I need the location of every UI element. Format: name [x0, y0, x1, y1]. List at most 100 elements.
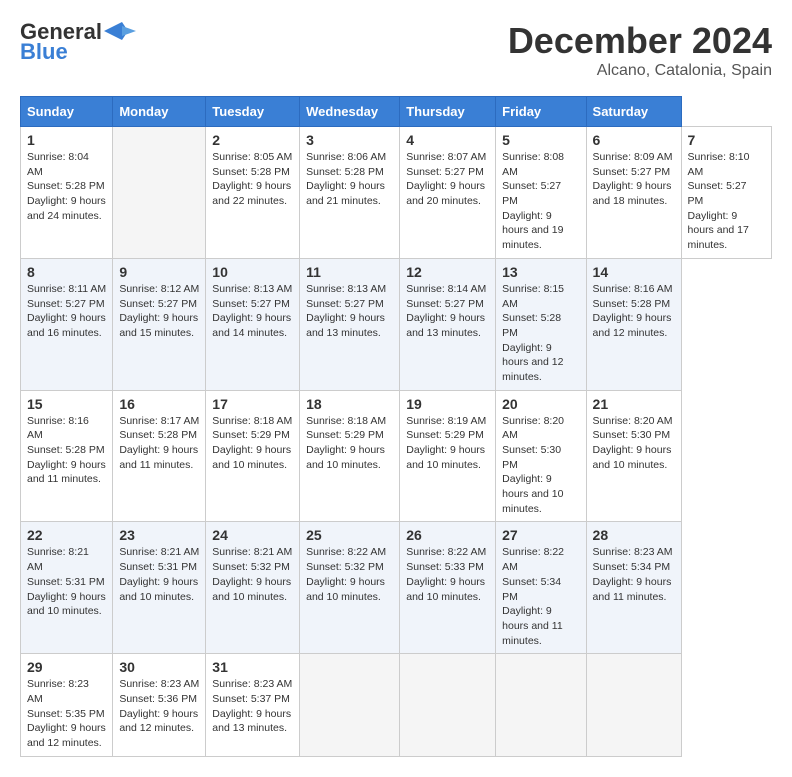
calendar-table: Sunday Monday Tuesday Wednesday Thursday…	[20, 96, 772, 757]
day-number: 11	[306, 264, 393, 280]
day-info: Sunrise: 8:05 AMSunset: 5:28 PMDaylight:…	[212, 150, 293, 209]
day-number: 19	[406, 396, 489, 412]
day-number: 15	[27, 396, 106, 412]
day-cell: 14 Sunrise: 8:16 AMSunset: 5:28 PMDaylig…	[586, 258, 681, 390]
day-number: 6	[593, 132, 675, 148]
day-cell: 7 Sunrise: 8:10 AMSunset: 5:27 PMDayligh…	[681, 127, 771, 259]
day-cell: 17 Sunrise: 8:18 AMSunset: 5:29 PMDaylig…	[206, 390, 300, 522]
day-cell: 31 Sunrise: 8:23 AMSunset: 5:37 PMDaylig…	[206, 654, 300, 756]
day-number: 12	[406, 264, 489, 280]
day-cell: 2 Sunrise: 8:05 AMSunset: 5:28 PMDayligh…	[206, 127, 300, 259]
day-info: Sunrise: 8:20 AMSunset: 5:30 PMDaylight:…	[593, 414, 675, 473]
day-number: 7	[688, 132, 765, 148]
day-info: Sunrise: 8:14 AMSunset: 5:27 PMDaylight:…	[406, 282, 489, 341]
header-tuesday: Tuesday	[206, 97, 300, 127]
day-cell: 27 Sunrise: 8:22 AMSunset: 5:34 PMDaylig…	[496, 522, 586, 654]
day-number: 17	[212, 396, 293, 412]
day-info: Sunrise: 8:22 AMSunset: 5:32 PMDaylight:…	[306, 545, 393, 604]
day-number: 8	[27, 264, 106, 280]
title-block: December 2024 Alcano, Catalonia, Spain	[508, 20, 772, 80]
header-wednesday: Wednesday	[300, 97, 400, 127]
day-info: Sunrise: 8:16 AMSunset: 5:28 PMDaylight:…	[27, 414, 106, 487]
day-cell: 20 Sunrise: 8:20 AMSunset: 5:30 PMDaylig…	[496, 390, 586, 522]
calendar-week-2: 8 Sunrise: 8:11 AMSunset: 5:27 PMDayligh…	[21, 258, 772, 390]
empty-cell	[300, 654, 400, 756]
day-info: Sunrise: 8:08 AMSunset: 5:27 PMDaylight:…	[502, 150, 579, 253]
day-number: 28	[593, 527, 675, 543]
day-cell: 11 Sunrise: 8:13 AMSunset: 5:27 PMDaylig…	[300, 258, 400, 390]
day-info: Sunrise: 8:16 AMSunset: 5:28 PMDaylight:…	[593, 282, 675, 341]
day-cell: 3 Sunrise: 8:06 AMSunset: 5:28 PMDayligh…	[300, 127, 400, 259]
day-number: 25	[306, 527, 393, 543]
day-info: Sunrise: 8:23 AMSunset: 5:37 PMDaylight:…	[212, 677, 293, 736]
day-cell: 4 Sunrise: 8:07 AMSunset: 5:27 PMDayligh…	[400, 127, 496, 259]
calendar-week-3: 15 Sunrise: 8:16 AMSunset: 5:28 PMDaylig…	[21, 390, 772, 522]
day-cell: 5 Sunrise: 8:08 AMSunset: 5:27 PMDayligh…	[496, 127, 586, 259]
day-cell: 18 Sunrise: 8:18 AMSunset: 5:29 PMDaylig…	[300, 390, 400, 522]
day-number: 30	[119, 659, 199, 675]
empty-cell	[586, 654, 681, 756]
day-cell: 9 Sunrise: 8:12 AMSunset: 5:27 PMDayligh…	[113, 258, 206, 390]
day-info: Sunrise: 8:11 AMSunset: 5:27 PMDaylight:…	[27, 282, 106, 341]
day-number: 18	[306, 396, 393, 412]
day-info: Sunrise: 8:21 AMSunset: 5:32 PMDaylight:…	[212, 545, 293, 604]
day-cell: 26 Sunrise: 8:22 AMSunset: 5:33 PMDaylig…	[400, 522, 496, 654]
day-info: Sunrise: 8:13 AMSunset: 5:27 PMDaylight:…	[212, 282, 293, 341]
day-number: 10	[212, 264, 293, 280]
day-number: 21	[593, 396, 675, 412]
day-number: 13	[502, 264, 579, 280]
day-number: 23	[119, 527, 199, 543]
day-number: 31	[212, 659, 293, 675]
day-cell: 25 Sunrise: 8:22 AMSunset: 5:32 PMDaylig…	[300, 522, 400, 654]
header-friday: Friday	[496, 97, 586, 127]
day-info: Sunrise: 8:23 AMSunset: 5:36 PMDaylight:…	[119, 677, 199, 736]
day-cell: 16 Sunrise: 8:17 AMSunset: 5:28 PMDaylig…	[113, 390, 206, 522]
day-number: 5	[502, 132, 579, 148]
day-info: Sunrise: 8:20 AMSunset: 5:30 PMDaylight:…	[502, 414, 579, 517]
day-info: Sunrise: 8:23 AMSunset: 5:35 PMDaylight:…	[27, 677, 106, 750]
day-cell: 24 Sunrise: 8:21 AMSunset: 5:32 PMDaylig…	[206, 522, 300, 654]
calendar-week-4: 22 Sunrise: 8:21 AMSunset: 5:31 PMDaylig…	[21, 522, 772, 654]
month-title: December 2024	[508, 20, 772, 62]
day-info: Sunrise: 8:23 AMSunset: 5:34 PMDaylight:…	[593, 545, 675, 604]
empty-cell	[113, 127, 206, 259]
calendar-week-5: 29 Sunrise: 8:23 AMSunset: 5:35 PMDaylig…	[21, 654, 772, 756]
logo-blue-text: Blue	[20, 40, 68, 64]
logo-plane-icon	[104, 22, 136, 40]
day-number: 24	[212, 527, 293, 543]
day-number: 20	[502, 396, 579, 412]
day-cell: 30 Sunrise: 8:23 AMSunset: 5:36 PMDaylig…	[113, 654, 206, 756]
day-number: 27	[502, 527, 579, 543]
day-cell: 29 Sunrise: 8:23 AMSunset: 5:35 PMDaylig…	[21, 654, 113, 756]
day-cell: 23 Sunrise: 8:21 AMSunset: 5:31 PMDaylig…	[113, 522, 206, 654]
empty-cell	[496, 654, 586, 756]
header-saturday: Saturday	[586, 97, 681, 127]
day-cell: 19 Sunrise: 8:19 AMSunset: 5:29 PMDaylig…	[400, 390, 496, 522]
day-number: 26	[406, 527, 489, 543]
header-thursday: Thursday	[400, 97, 496, 127]
page-header: General Blue December 2024 Alcano, Catal…	[20, 20, 772, 80]
day-info: Sunrise: 8:06 AMSunset: 5:28 PMDaylight:…	[306, 150, 393, 209]
day-cell: 1 Sunrise: 8:04 AMSunset: 5:28 PMDayligh…	[21, 127, 113, 259]
day-cell: 21 Sunrise: 8:20 AMSunset: 5:30 PMDaylig…	[586, 390, 681, 522]
day-info: Sunrise: 8:07 AMSunset: 5:27 PMDaylight:…	[406, 150, 489, 209]
day-cell: 22 Sunrise: 8:21 AMSunset: 5:31 PMDaylig…	[21, 522, 113, 654]
day-info: Sunrise: 8:04 AMSunset: 5:28 PMDaylight:…	[27, 150, 106, 223]
day-number: 4	[406, 132, 489, 148]
day-cell: 6 Sunrise: 8:09 AMSunset: 5:27 PMDayligh…	[586, 127, 681, 259]
day-cell: 10 Sunrise: 8:13 AMSunset: 5:27 PMDaylig…	[206, 258, 300, 390]
calendar-header-row: Sunday Monday Tuesday Wednesday Thursday…	[21, 97, 772, 127]
day-number: 29	[27, 659, 106, 675]
header-monday: Monday	[113, 97, 206, 127]
day-number: 14	[593, 264, 675, 280]
day-info: Sunrise: 8:22 AMSunset: 5:33 PMDaylight:…	[406, 545, 489, 604]
day-info: Sunrise: 8:18 AMSunset: 5:29 PMDaylight:…	[212, 414, 293, 473]
logo: General Blue	[20, 20, 136, 64]
location: Alcano, Catalonia, Spain	[508, 62, 772, 80]
day-info: Sunrise: 8:09 AMSunset: 5:27 PMDaylight:…	[593, 150, 675, 209]
day-number: 16	[119, 396, 199, 412]
day-number: 9	[119, 264, 199, 280]
day-number: 3	[306, 132, 393, 148]
header-sunday: Sunday	[21, 97, 113, 127]
day-info: Sunrise: 8:10 AMSunset: 5:27 PMDaylight:…	[688, 150, 765, 253]
